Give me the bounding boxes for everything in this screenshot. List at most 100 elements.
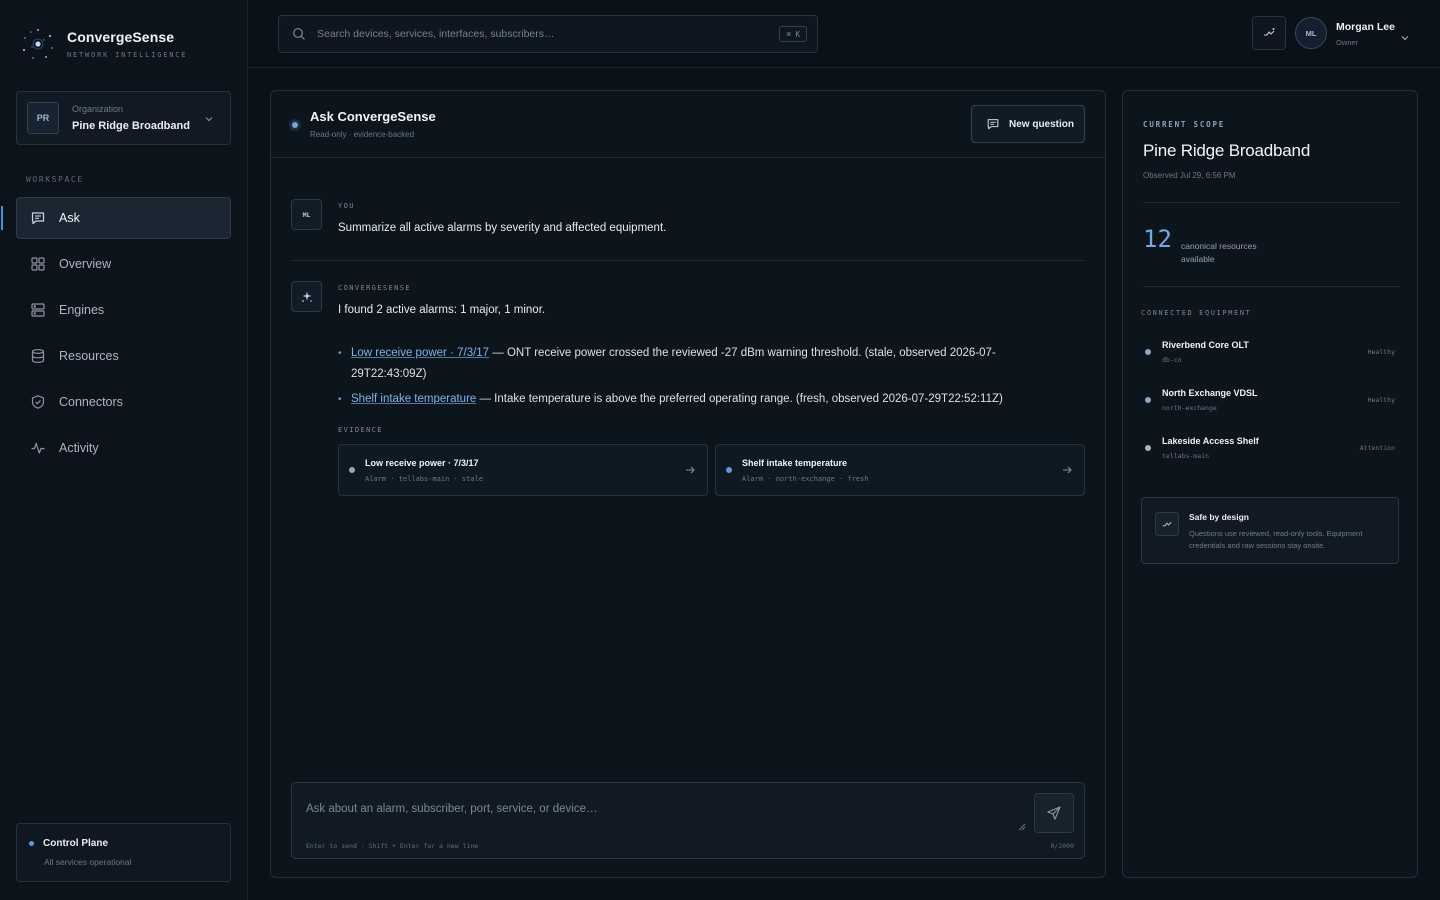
user-name[interactable]: Morgan Lee xyxy=(1336,21,1395,33)
ask-panel: Ask ConvergeSense Read-only · evidence-b… xyxy=(270,90,1106,878)
logo-icon xyxy=(20,26,56,62)
ask-panel-header: Ask ConvergeSense Read-only · evidence-b… xyxy=(271,91,1105,158)
equipment-status: Healthy xyxy=(1367,348,1395,356)
brand-name: ConvergeSense xyxy=(67,29,175,45)
nav-item-label: Ask xyxy=(59,211,80,225)
resize-handle-icon[interactable] xyxy=(1018,823,1026,831)
equipment-item[interactable]: Riverbend Core OLT db-co Healthy xyxy=(1143,337,1399,373)
equipment-label: CONNECTED EQUIPMENT xyxy=(1141,309,1252,317)
alarm-list: Low receive power · 7/3/17 — ONT receive… xyxy=(338,343,1058,414)
scope-panel: CURRENT SCOPE Pine Ridge Broadband Obser… xyxy=(1122,90,1418,878)
evidence-meta: Alarm · tellabs-main · stale xyxy=(365,475,484,483)
search-input[interactable]: Search devices, services, interfaces, su… xyxy=(317,28,555,40)
safe-by-design-card: Safe by design Questions use reviewed, r… xyxy=(1141,497,1399,564)
organization-label: Organization xyxy=(72,104,124,114)
brand-tagline: NETWORK INTELLIGENCE xyxy=(67,51,188,59)
divider xyxy=(291,260,1085,261)
panel-subtitle: Read-only · evidence-backed xyxy=(310,130,415,139)
alarm-link[interactable]: Low receive power · 7/3/17 xyxy=(351,347,489,359)
resource-count-label: canonical resources available xyxy=(1181,241,1257,264)
character-count: 0/2000 xyxy=(1050,842,1074,850)
chat-icon xyxy=(30,210,46,226)
arrow-right-icon xyxy=(1063,466,1072,474)
alarm-link[interactable]: Shelf intake temperature xyxy=(351,393,476,405)
evidence-meta: Alarm · north-exchange · fresh xyxy=(742,475,869,483)
user-role: Owner xyxy=(1336,38,1359,47)
equipment-item[interactable]: North Exchange VDSL north-exchange Healt… xyxy=(1143,385,1399,421)
chevron-down-icon[interactable] xyxy=(1400,33,1410,43)
evidence-card[interactable]: Low receive power · 7/3/17 Alarm · tella… xyxy=(338,444,708,496)
send-button[interactable] xyxy=(1034,793,1074,833)
safe-text: Questions use reviewed, read-only tools.… xyxy=(1189,529,1363,550)
avatar: ML xyxy=(291,199,322,230)
status-dot xyxy=(29,841,34,846)
message-text: Summarize all active alarms by severity … xyxy=(338,222,667,234)
observed-timestamp: Observed Jul 29, 6:56 PM xyxy=(1143,171,1236,180)
composer-hint: Enter to send · Shift + Enter for a new … xyxy=(306,842,479,850)
nav-item-label: Resources xyxy=(59,349,119,363)
equipment-name: North Exchange VDSL xyxy=(1162,388,1258,398)
nav-section-label: WORKSPACE xyxy=(26,175,84,184)
organization-switcher[interactable]: PR Organization Pine Ridge Broadband xyxy=(16,91,231,145)
nav-item-resources[interactable]: Resources xyxy=(16,335,231,377)
equipment-id: tellabs-main xyxy=(1162,452,1209,460)
list-item: Low receive power · 7/3/17 — ONT receive… xyxy=(338,343,1058,385)
signal-button[interactable] xyxy=(1252,16,1286,50)
assistant-status-icon xyxy=(289,119,301,131)
brand[interactable]: ConvergeSense NETWORK INTELLIGENCE xyxy=(20,26,187,62)
signal-icon xyxy=(1155,512,1179,536)
status-dot xyxy=(726,467,732,473)
status-dot xyxy=(1145,445,1151,451)
nav-item-label: Connectors xyxy=(59,395,123,409)
nav-item-overview[interactable]: Overview xyxy=(16,243,231,285)
equipment-id: north-exchange xyxy=(1162,404,1217,412)
message-role: CONVERGESENSE xyxy=(338,284,411,292)
message-role: YOU xyxy=(338,202,355,210)
resource-count: 12 xyxy=(1143,225,1172,253)
evidence-card[interactable]: Shelf intake temperature Alarm · north-e… xyxy=(715,444,1085,496)
organization-name: Pine Ridge Broadband xyxy=(72,120,190,132)
status-dot xyxy=(1145,349,1151,355)
status-dot xyxy=(349,467,355,473)
divider xyxy=(1143,202,1399,203)
new-question-button[interactable]: New question xyxy=(971,105,1085,143)
global-search[interactable]: Search devices, services, interfaces, su… xyxy=(278,15,818,53)
arrow-right-icon xyxy=(686,466,695,474)
evidence-title: Shelf intake temperature xyxy=(742,458,848,468)
equipment-id: db-co xyxy=(1162,356,1182,364)
chat-icon xyxy=(986,117,1000,131)
nav-item-label: Activity xyxy=(59,441,99,455)
equipment-item[interactable]: Lakeside Access Shelf tellabs-main Atten… xyxy=(1143,433,1399,469)
shield-icon xyxy=(30,394,46,410)
nav-item-connectors[interactable]: Connectors xyxy=(16,381,231,423)
scope-title: Pine Ridge Broadband xyxy=(1143,141,1311,160)
avatar[interactable]: ML xyxy=(1295,17,1327,49)
user-message: ML YOU Summarize all active alarms by se… xyxy=(291,199,1085,249)
main-nav: Ask Overview Engines Resources Connector… xyxy=(1,197,231,473)
equipment-name: Riverbend Core OLT xyxy=(1162,340,1249,350)
nav-item-ask[interactable]: Ask xyxy=(1,197,231,239)
message-composer[interactable]: Ask about an alarm, subscriber, port, se… xyxy=(291,782,1085,859)
scope-label: CURRENT SCOPE xyxy=(1143,120,1226,129)
search-shortcut: ⌘ K xyxy=(779,26,807,42)
nav-item-activity[interactable]: Activity xyxy=(16,427,231,469)
top-bar: Search devices, services, interfaces, su… xyxy=(248,0,1440,68)
nav-item-engines[interactable]: Engines xyxy=(16,289,231,331)
nav-item-label: Engines xyxy=(59,303,105,317)
grid-icon xyxy=(30,256,46,272)
server-icon xyxy=(30,302,46,318)
control-plane-status-text: All services operational xyxy=(44,857,132,867)
signal-icon xyxy=(1264,28,1275,36)
evidence-label: EVIDENCE xyxy=(338,426,383,434)
control-plane-status[interactable]: Control Plane All services operational xyxy=(16,823,231,882)
nav-item-label: Overview xyxy=(59,257,112,271)
new-question-label: New question xyxy=(1009,118,1075,130)
equipment-name: Lakeside Access Shelf xyxy=(1162,436,1259,446)
list-item: Shelf intake temperature — Intake temper… xyxy=(338,389,1058,410)
panel-title: Ask ConvergeSense xyxy=(310,109,436,124)
control-plane-title: Control Plane xyxy=(43,838,109,849)
database-icon xyxy=(30,348,46,364)
composer-input[interactable]: Ask about an alarm, subscriber, port, se… xyxy=(306,803,597,815)
equipment-status: Attention xyxy=(1359,444,1395,452)
chevron-down-icon xyxy=(205,117,213,122)
